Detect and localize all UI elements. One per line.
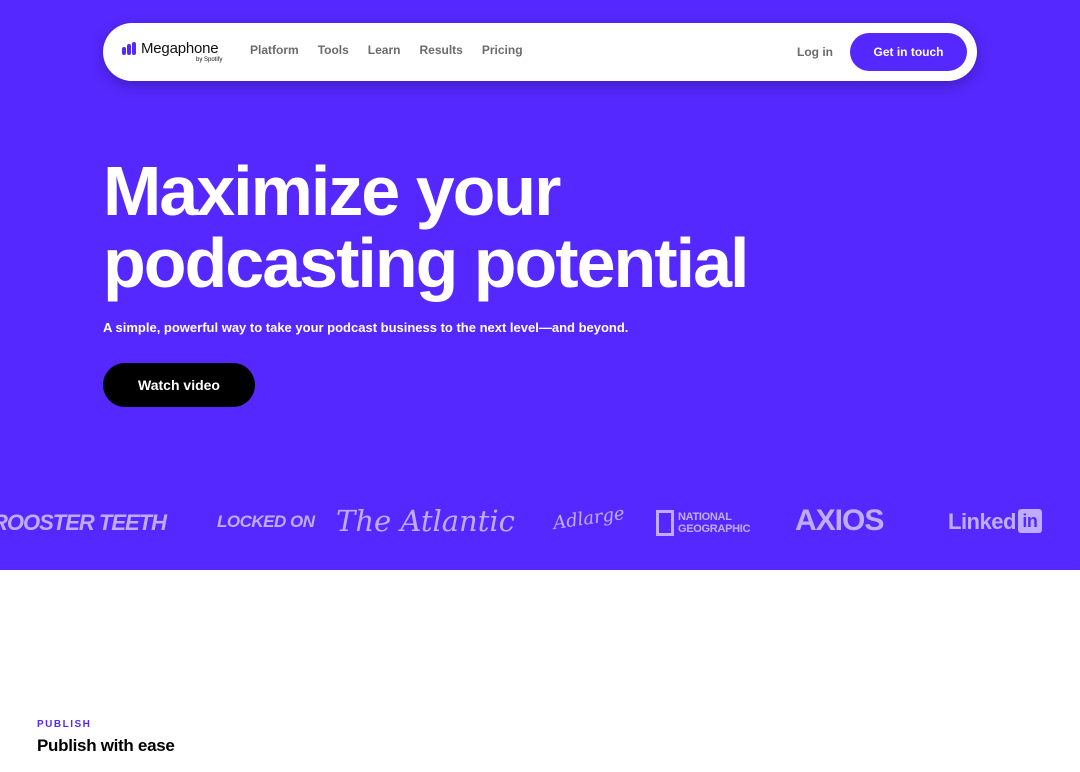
nav-link-tools[interactable]: Tools bbox=[318, 43, 349, 57]
watch-video-button[interactable]: Watch video bbox=[103, 363, 255, 407]
linkedin-wordmark: Linked bbox=[948, 509, 1016, 534]
nav-link-learn[interactable]: Learn bbox=[368, 43, 401, 57]
nav-link-results[interactable]: Results bbox=[419, 43, 462, 57]
headline-line-2: podcasting potential bbox=[103, 224, 749, 302]
top-navigation: Megaphone by Spotify Platform Tools Lear… bbox=[103, 23, 977, 81]
hero-subline: A simple, powerful way to take your podc… bbox=[103, 320, 629, 335]
headline-line-1: Maximize your bbox=[103, 152, 561, 230]
locked-on-logo: LOCKED ON bbox=[217, 512, 315, 531]
section-eyebrow: PUBLISH bbox=[37, 719, 92, 730]
natgeo-line-1: NATIONAL bbox=[678, 511, 732, 523]
hero-section: Megaphone by Spotify Platform Tools Lear… bbox=[0, 0, 1080, 570]
adlarge-logo: Adlarge bbox=[551, 503, 626, 534]
nav-link-platform[interactable]: Platform bbox=[250, 43, 299, 57]
logo-subtitle: by Spotify bbox=[196, 57, 223, 63]
linkedin-logo: Linked in bbox=[948, 509, 1042, 535]
rooster-teeth-logo: ROOSTER TEETH bbox=[0, 510, 167, 535]
hero-headline: Maximize your podcasting potential bbox=[103, 152, 749, 302]
natgeo-line-2: GEOGRAPHIC bbox=[678, 523, 751, 535]
nav-link-pricing[interactable]: Pricing bbox=[482, 43, 523, 57]
linkedin-in-icon: in bbox=[1017, 509, 1042, 533]
megaphone-logo[interactable]: Megaphone by Spotify bbox=[122, 40, 232, 66]
nav-links: Platform Tools Learn Results Pricing bbox=[250, 43, 523, 57]
the-atlantic-logo: The Atlantic bbox=[336, 504, 515, 538]
partner-logos: ROOSTER TEETH LOCKED ON The Atlantic Adl… bbox=[0, 500, 1080, 546]
natgeo-frame-icon bbox=[656, 510, 674, 536]
section-title: Publish with ease bbox=[37, 736, 175, 755]
megaphone-bars-icon bbox=[122, 42, 138, 55]
get-in-touch-button[interactable]: Get in touch bbox=[850, 33, 967, 71]
logo-wordmark: Megaphone bbox=[141, 40, 219, 57]
login-link[interactable]: Log in bbox=[797, 45, 833, 59]
axios-logo: AXIOS bbox=[795, 504, 884, 537]
